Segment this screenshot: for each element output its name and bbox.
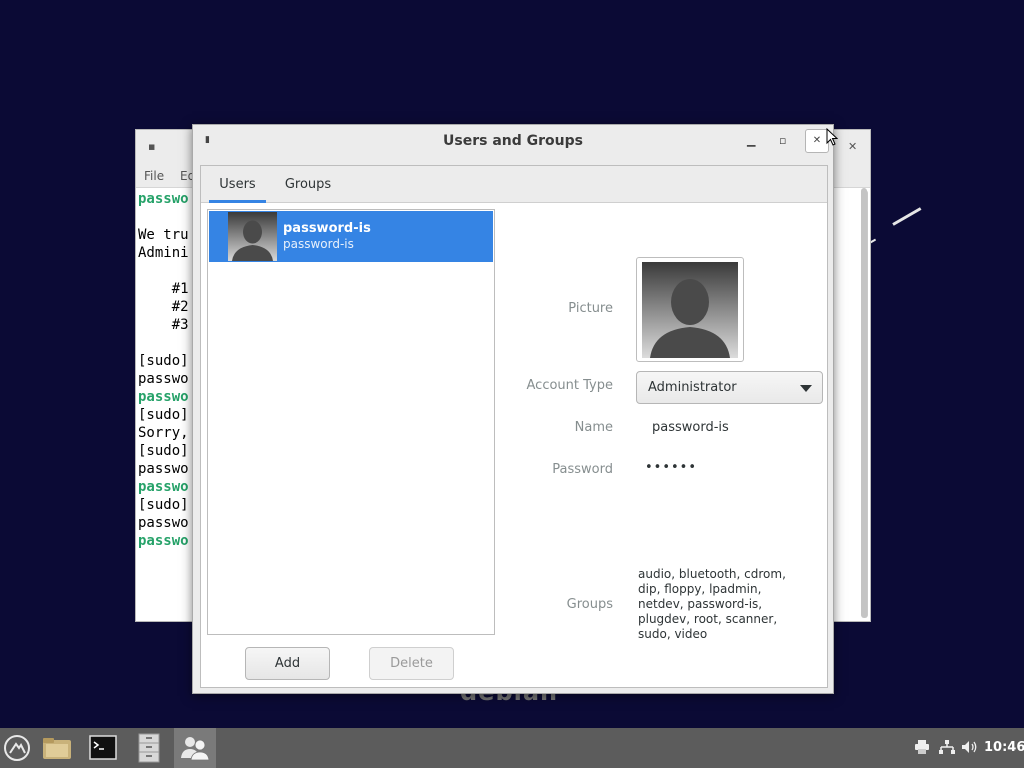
- close-icon[interactable]: ✕: [848, 140, 857, 153]
- terminal-launcher[interactable]: [82, 728, 124, 768]
- user-list: password-is password-is: [207, 209, 495, 635]
- dialog-title: Users and Groups: [443, 133, 583, 149]
- menu-file[interactable]: File: [144, 169, 164, 183]
- user-fullname: password-is: [283, 221, 371, 236]
- terminal-line: [sudo]: [138, 443, 189, 459]
- users-groups-icon: [181, 737, 210, 761]
- users-and-groups-dialog: ▮ Users and Groups ▁ ▫ ✕ Users Groups pa…: [192, 124, 834, 694]
- dialog-titlebar[interactable]: ▮ Users and Groups ▁ ▫ ✕: [193, 125, 833, 159]
- terminal-line: passwo: [138, 515, 189, 531]
- terminal-line: #1: [138, 281, 189, 297]
- terminal-icon: [89, 735, 117, 760]
- terminal-line: passwo: [138, 533, 189, 549]
- terminal-line: We tru: [138, 227, 189, 243]
- volume-icon[interactable]: [961, 740, 979, 758]
- printer-icon[interactable]: [914, 740, 930, 758]
- delete-button[interactable]: Delete: [369, 647, 454, 680]
- terminal-line: passwo: [138, 479, 189, 495]
- groups-label: Groups: [566, 597, 613, 612]
- chevron-down-icon: [800, 385, 812, 392]
- network-icon[interactable]: [938, 740, 956, 758]
- file-cabinet-icon: [138, 733, 160, 763]
- name-value[interactable]: password-is: [652, 420, 729, 435]
- avatar: [228, 212, 277, 261]
- user-list-item[interactable]: password-is password-is: [209, 211, 493, 262]
- password-value[interactable]: ••••••: [645, 460, 697, 475]
- tab-bar: Users Groups: [201, 166, 827, 203]
- terminal-line: passwo: [138, 371, 189, 387]
- tab-groups[interactable]: Groups: [277, 166, 339, 203]
- files-launcher[interactable]: [36, 728, 78, 768]
- mouse-cursor-icon: [826, 128, 838, 146]
- picture-label: Picture: [568, 301, 613, 316]
- minimize-icon[interactable]: ▁: [747, 134, 755, 147]
- terminal-line: Sorry,: [138, 425, 189, 441]
- groups-value[interactable]: audio, bluetooth, cdrom, dip, floppy, lp…: [638, 567, 808, 642]
- terminal-line: [sudo]: [138, 407, 189, 423]
- account-type-value: Administrator: [648, 380, 737, 395]
- terminal-line: passwo: [138, 389, 189, 405]
- files-folder-icon: [43, 738, 71, 759]
- terminal-line: [sudo]: [138, 353, 189, 369]
- picture-button[interactable]: [636, 257, 744, 362]
- name-label: Name: [574, 420, 613, 435]
- file-cabinet-launcher[interactable]: [128, 728, 170, 768]
- terminal-line: [sudo]: [138, 497, 189, 513]
- account-type-label: Account Type: [526, 378, 613, 393]
- terminal-line: #2: [138, 299, 189, 315]
- add-button[interactable]: Add: [245, 647, 330, 680]
- user-login: password-is: [283, 237, 354, 251]
- user-picture-icon: [642, 262, 738, 358]
- terminal-line: passwo: [138, 461, 189, 477]
- maximize-icon[interactable]: ▫: [779, 134, 786, 147]
- users-groups-launcher[interactable]: [174, 728, 216, 768]
- terminal-line: #3: [138, 317, 189, 333]
- close-icon: ✕: [812, 135, 822, 146]
- taskbar: 10:46: [0, 728, 1024, 768]
- terminal-line: passwo: [138, 191, 189, 207]
- dialog-content: Users Groups password-is password-is Pic…: [200, 165, 828, 688]
- password-label: Password: [552, 462, 613, 477]
- account-type-dropdown[interactable]: Administrator: [636, 371, 823, 404]
- terminal-line: Admini: [138, 245, 189, 261]
- tab-users[interactable]: Users: [209, 166, 266, 203]
- desktop-wallpaper-line: [892, 207, 922, 226]
- dialog-scrollbar[interactable]: [861, 188, 867, 618]
- clock[interactable]: 10:46: [984, 740, 1024, 755]
- terminal-output: passwo We tru Admini #1 #2 #3 [sudo] passwo p…: [138, 190, 189, 550]
- window-menu-icon[interactable]: ▪: [148, 140, 155, 153]
